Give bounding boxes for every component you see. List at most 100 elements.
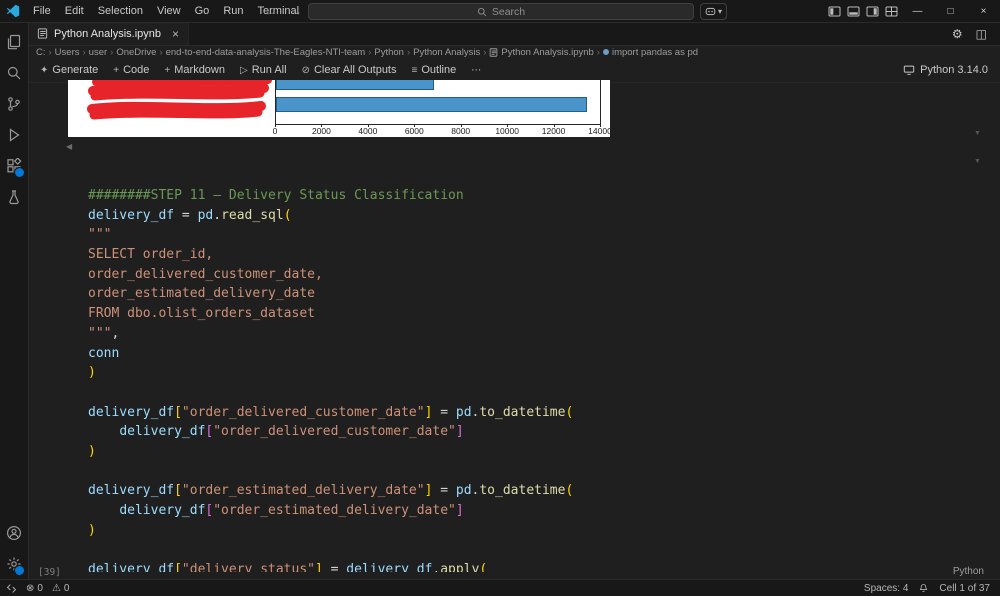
code-line: order_estimated_delivery_date bbox=[88, 286, 315, 302]
copilot-button[interactable]: ▾ bbox=[700, 3, 728, 20]
cell-output-chart: 0 2000 4000 6000 8000 10000 12000 14000 bbox=[68, 80, 610, 137]
tab-python-analysis-ipynb[interactable]: Python Analysis.ipynb × bbox=[28, 22, 190, 45]
notebook-file-icon bbox=[37, 28, 48, 39]
breadcrumb-label: OneDrive bbox=[116, 46, 157, 58]
settings-gear-icon[interactable] bbox=[0, 549, 28, 579]
code-line: order_delivered_customer_date, bbox=[88, 266, 323, 282]
extensions-badge bbox=[14, 167, 25, 178]
menu-go[interactable]: Go bbox=[188, 5, 217, 17]
more-icon: ⋯ bbox=[471, 64, 482, 76]
remote-indicator[interactable] bbox=[6, 583, 17, 594]
maximize-button[interactable]: □ bbox=[934, 0, 967, 22]
errors-indicator[interactable]: ⊗ 0 bbox=[26, 583, 43, 594]
toggle-sidebar-icon[interactable] bbox=[825, 0, 844, 22]
toolbar-button-label: Code bbox=[123, 64, 150, 76]
breadcrumb-item[interactable]: import pandas as pd bbox=[602, 47, 698, 58]
settings-badge bbox=[14, 565, 25, 576]
notebook-settings-icon[interactable]: ⚙ bbox=[952, 27, 963, 41]
activity-bar bbox=[0, 22, 29, 580]
plus-icon: + bbox=[164, 64, 171, 76]
plus-icon: + bbox=[113, 64, 120, 76]
generate-button[interactable]: ✦ Generate bbox=[40, 64, 98, 76]
status-bar: ⊗ 0 ⚠ 0 Spaces: 4 Cell 1 of 37 bbox=[0, 579, 1000, 596]
code-line: delivery_df["order_estimated_delivery_da… bbox=[88, 483, 574, 499]
outline-button[interactable]: ≡ Outline bbox=[412, 64, 457, 76]
scroll-hint-icon[interactable]: ▼ bbox=[974, 130, 981, 137]
tab-label: Python Analysis.ipynb bbox=[54, 27, 162, 40]
run-all-button[interactable]: ▷ Run All bbox=[240, 64, 287, 76]
menu-file[interactable]: File bbox=[26, 5, 58, 17]
notifications-bell-icon[interactable] bbox=[918, 583, 929, 594]
search-placeholder: Search bbox=[491, 5, 526, 18]
scroll-hint-icon[interactable]: ▼ bbox=[974, 158, 981, 165]
clear-all-outputs-button[interactable]: ⊘ Clear All Outputs bbox=[302, 64, 397, 76]
breadcrumb-item[interactable]: Python bbox=[374, 47, 404, 58]
toolbar-button-label: Run All bbox=[251, 64, 287, 76]
toggle-secondary-sidebar-icon[interactable] bbox=[863, 0, 882, 22]
source-control-icon[interactable] bbox=[0, 89, 28, 119]
toggle-panel-icon[interactable] bbox=[844, 0, 863, 22]
menu-edit[interactable]: Edit bbox=[58, 5, 91, 17]
breadcrumb-separator: › bbox=[110, 46, 114, 58]
code-line: ) bbox=[88, 522, 96, 538]
toolbar-button-label: Generate bbox=[52, 64, 99, 76]
breadcrumb-separator: › bbox=[596, 46, 600, 58]
breadcrumb-label: end-to-end-data-analysis-The-Eagles-NTI-… bbox=[165, 46, 366, 58]
menu-run[interactable]: Run bbox=[216, 5, 250, 17]
indentation-indicator[interactable]: Spaces: 4 bbox=[864, 583, 908, 594]
minimize-button[interactable]: — bbox=[901, 0, 934, 22]
vscode-logo-icon bbox=[0, 4, 26, 18]
code-line: conn bbox=[88, 345, 120, 361]
editor-area: Python Analysis.ipynb × ⚙ ◫ C: › Users › use… bbox=[28, 22, 1000, 580]
forward-icon[interactable]: → bbox=[290, 4, 302, 18]
errors-count: 0 bbox=[37, 582, 43, 594]
warnings-indicator[interactable]: ⚠ 0 bbox=[52, 583, 70, 594]
explorer-icon[interactable] bbox=[0, 27, 28, 57]
warnings-count: 0 bbox=[63, 582, 70, 594]
code-cell-editor[interactable]: ########STEP 11 — Delivery Status Classi… bbox=[88, 186, 988, 572]
close-window-button[interactable]: × bbox=[967, 0, 1000, 22]
breadcrumb-label: Python Analysis bbox=[413, 46, 481, 58]
customize-layout-icon[interactable] bbox=[882, 0, 901, 22]
breadcrumb-item[interactable]: Python Analysis.ipynb bbox=[489, 47, 594, 58]
menu-view[interactable]: View bbox=[150, 5, 188, 17]
breadcrumb-item[interactable]: end-to-end-data-analysis-The-Eagles-NTI-… bbox=[166, 47, 366, 58]
more-actions-button[interactable]: ⋯ bbox=[471, 65, 481, 76]
breadcrumb-label: user bbox=[88, 46, 108, 58]
breadcrumb-item[interactable]: OneDrive bbox=[116, 47, 156, 58]
back-icon[interactable]: ← bbox=[264, 4, 276, 18]
cell-position-indicator[interactable]: Cell 1 of 37 bbox=[939, 583, 990, 594]
sparkle-icon: ✦ bbox=[40, 64, 49, 76]
search-input[interactable]: Search bbox=[308, 3, 694, 20]
code-button[interactable]: + Code bbox=[113, 64, 149, 76]
breadcrumb-item[interactable]: Users bbox=[55, 47, 80, 58]
breadcrumb-item[interactable]: C: bbox=[36, 47, 46, 58]
breadcrumb-separator: › bbox=[406, 46, 411, 58]
breadcrumb-item[interactable]: user bbox=[89, 47, 107, 58]
run-and-debug-icon[interactable] bbox=[0, 120, 28, 150]
red-scribble-annotation bbox=[87, 80, 272, 120]
cell-language-picker[interactable]: Python bbox=[953, 566, 984, 577]
code-line: SELECT order_id, bbox=[88, 247, 214, 263]
kernel-picker[interactable]: Python 3.14.0 bbox=[903, 64, 1000, 76]
testing-icon[interactable] bbox=[0, 182, 28, 212]
breadcrumb-separator: › bbox=[483, 46, 487, 58]
code-line: delivery_df["order_delivered_customer_da… bbox=[88, 404, 574, 420]
account-icon[interactable] bbox=[0, 518, 28, 548]
output-scroll-left-icon[interactable]: ◀ bbox=[66, 142, 72, 151]
markdown-button[interactable]: + Markdown bbox=[164, 64, 225, 76]
close-tab-icon[interactable]: × bbox=[172, 27, 179, 41]
warning-icon: ⚠ bbox=[51, 582, 61, 594]
search-view-icon[interactable] bbox=[0, 58, 28, 88]
menu-selection[interactable]: Selection bbox=[91, 5, 150, 17]
outline-icon: ≡ bbox=[411, 64, 418, 76]
kernel-label: Python 3.14.0 bbox=[920, 64, 988, 76]
breadcrumb-item[interactable]: Python Analysis bbox=[413, 47, 480, 58]
chevron-down-icon: ▾ bbox=[718, 7, 723, 16]
extensions-icon[interactable] bbox=[0, 151, 28, 181]
copilot-icon bbox=[705, 7, 716, 16]
split-editor-icon[interactable]: ◫ bbox=[976, 27, 987, 41]
